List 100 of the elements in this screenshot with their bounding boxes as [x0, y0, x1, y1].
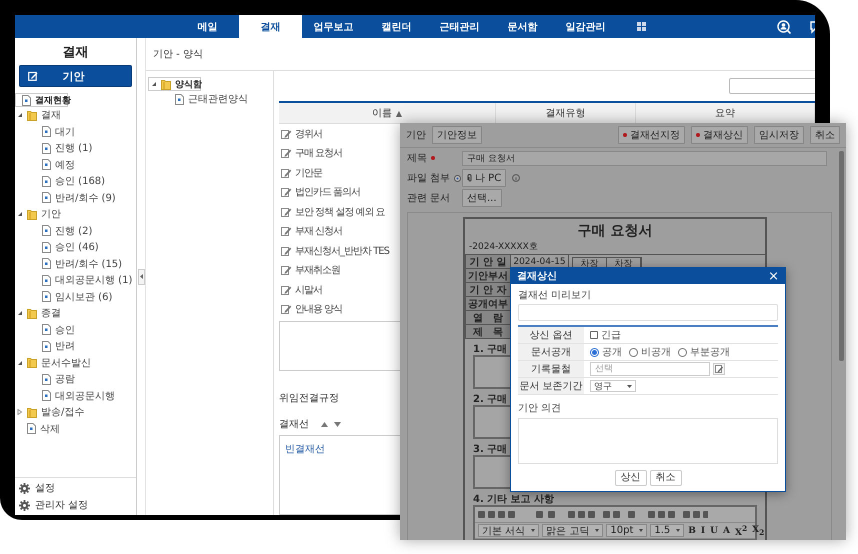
nav-tab[interactable]: 결재 — [239, 15, 302, 38]
tree-item[interactable]: 승인 (46) — [15, 239, 136, 256]
settings-link[interactable]: 관리자 설정 — [19, 498, 132, 512]
tree-item[interactable]: 양식함 — [148, 77, 201, 91]
folder-icon — [27, 357, 37, 368]
tree-item[interactable]: 승인 — [15, 322, 136, 338]
nav-tab[interactable]: 메일 — [176, 15, 239, 38]
option-label: 문서 보존기간 — [518, 378, 584, 394]
toolbar-button[interactable]: 임시저장 — [754, 126, 804, 144]
info-icon — [512, 174, 520, 182]
tree-item[interactable]: 대기 — [15, 124, 136, 140]
caret-icon[interactable] — [17, 112, 23, 118]
caret-icon[interactable] — [17, 310, 23, 316]
dropdown[interactable]: 1.5 — [650, 524, 684, 537]
tree-item[interactable]: 진행 (1) — [15, 140, 136, 156]
form-list-item[interactable]: 부재신청서_반반차 TES — [279, 241, 389, 260]
dropdown[interactable]: 영구 — [590, 380, 636, 392]
nav-tab[interactable]: 캘린더 — [365, 15, 428, 38]
move-up-icon[interactable] — [321, 422, 328, 426]
document-icon — [42, 374, 51, 385]
apps-grid-icon[interactable] — [637, 22, 646, 31]
tree-item[interactable]: 반려/회수 (15) — [15, 256, 136, 272]
folder-picker-button[interactable] — [713, 363, 725, 375]
caret-icon[interactable] — [151, 81, 157, 87]
search-field[interactable] — [729, 78, 815, 94]
caret-icon[interactable] — [17, 211, 23, 218]
tree-item[interactable]: 공람 — [15, 371, 136, 388]
move-down-icon[interactable] — [334, 422, 341, 426]
edit-document-icon — [281, 187, 292, 198]
sidebar-title: 결재 — [62, 44, 88, 61]
form-list-item[interactable]: 부재 신청서 — [279, 222, 342, 241]
breadcrumb: 기안 - 양식 — [153, 48, 203, 61]
form-list-item[interactable]: 안내용 양식 — [279, 300, 342, 319]
scrollbar[interactable] — [839, 151, 844, 361]
compose-button[interactable]: 기안 — [19, 65, 132, 87]
user-search-icon[interactable] — [777, 20, 791, 34]
form-list-item[interactable]: 경위서 — [279, 124, 322, 144]
radio-option[interactable]: 부분공개 — [678, 345, 730, 359]
settings-link[interactable]: 설정 — [19, 481, 132, 495]
tree-item[interactable]: 반려 — [15, 338, 136, 354]
tree-item[interactable]: 발송/접수 — [15, 404, 136, 420]
section-heading: 1. 구매 — [473, 342, 508, 355]
tree-item[interactable]: 기안 — [15, 206, 136, 222]
format-button[interactable]: A — [722, 526, 731, 536]
nav-tab[interactable]: 업무보고 — [302, 15, 365, 38]
input-field[interactable]: 선택 — [590, 362, 710, 376]
nav-tab[interactable]: 문서함 — [491, 15, 554, 38]
tree-item[interactable]: 삭제 — [15, 420, 136, 437]
form-list-item[interactable]: 기안문 — [279, 163, 322, 182]
dialog-button[interactable]: 상신 — [614, 470, 646, 486]
caret-icon[interactable] — [17, 360, 23, 366]
checkbox[interactable]: 긴급 — [590, 328, 621, 342]
nav-tab[interactable]: 일감관리 — [554, 15, 617, 38]
toolbar-button[interactable]: 취소 — [810, 126, 840, 144]
tree-item[interactable]: 임시보관 (6) — [15, 288, 136, 305]
dropdown[interactable]: 10pt — [606, 524, 648, 537]
select-button[interactable]: 선택... — [462, 189, 502, 207]
tree-item[interactable]: 결재 — [15, 107, 136, 124]
form-list-item[interactable]: 부재취소원 — [279, 260, 340, 280]
dropdown[interactable]: 맑은 고딕 — [542, 524, 604, 537]
tree-item[interactable]: 예정 — [15, 156, 136, 173]
form-list-item[interactable]: 보안 정책 설정 예외 요 — [279, 202, 385, 222]
tree-item[interactable]: 종결 — [15, 305, 136, 322]
caret-icon — [676, 529, 680, 532]
title-field[interactable]: 구매 요청서 — [462, 150, 827, 166]
collapse-handle[interactable] — [138, 268, 144, 284]
document-icon — [42, 340, 51, 352]
dialog-button[interactable]: 취소 — [650, 470, 682, 486]
info-button[interactable]: 기안정보 — [432, 126, 482, 144]
tree-item[interactable]: 대외공문시행 — [15, 388, 136, 404]
tree-item[interactable]: 진행 (2) — [15, 222, 136, 239]
form-list-item[interactable]: 법인카드 품의서 — [279, 182, 360, 202]
toolbar-button[interactable]: 결재선지정 — [618, 126, 685, 144]
folder-icon — [161, 78, 171, 90]
edit-icon — [715, 365, 723, 373]
nav-tab[interactable]: 근태관리 — [428, 15, 491, 38]
toolbar-button[interactable]: 결재상신 — [691, 126, 748, 144]
format-button[interactable]: X$^{2}$ — [734, 524, 748, 538]
format-button[interactable]: U — [709, 526, 719, 536]
format-button[interactable]: I — [700, 526, 706, 536]
document-icon — [42, 192, 51, 204]
radio-option[interactable]: 공개 — [590, 345, 622, 359]
tree-item[interactable]: 반려/회수 (9) — [15, 190, 136, 206]
radio-option[interactable]: 비공개 — [629, 345, 671, 359]
format-button[interactable]: X$_{2}$ — [751, 524, 766, 536]
tree-item[interactable]: 대외공문시행 (1) — [15, 272, 136, 288]
attach-button[interactable]: 나 PC — [462, 169, 506, 187]
dropdown[interactable]: 기본 서식 — [478, 524, 540, 537]
edit-document-icon — [281, 246, 292, 256]
option-label: 상신 옵션 — [518, 327, 584, 343]
close-button[interactable]: × — [768, 270, 779, 282]
caret-icon — [595, 529, 600, 532]
edit-icon — [28, 71, 38, 81]
tree-item[interactable]: 승인 (168) — [15, 173, 136, 190]
tree-item[interactable]: 근태관련양식 — [148, 91, 273, 108]
tree-item[interactable]: 문서수발신 — [15, 354, 136, 371]
form-list-item[interactable]: 시말서 — [279, 280, 322, 300]
format-button[interactable]: B — [687, 526, 697, 536]
comment-field[interactable] — [518, 418, 778, 464]
form-list-item[interactable]: 구매 요청서 — [279, 144, 342, 163]
